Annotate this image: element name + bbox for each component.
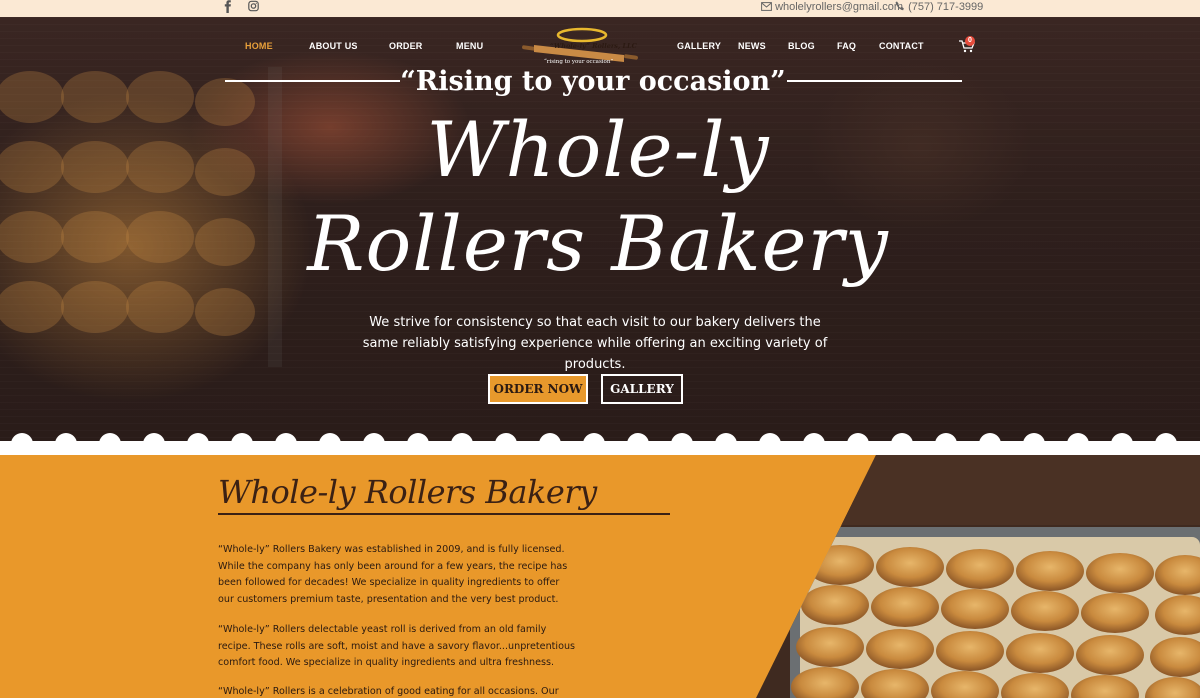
hero-section: HOME ABOUT US ORDER MENU GALLERY NEWS BL… xyxy=(0,17,1200,445)
rolls-tray-photo xyxy=(756,455,1200,698)
nav-news[interactable]: NEWS xyxy=(738,41,766,51)
hero-tagline: “Rising to your occasion” xyxy=(400,66,786,97)
hero-title-line2: Rollers Bakery xyxy=(307,199,889,288)
facebook-icon[interactable] xyxy=(223,0,233,17)
envelope-icon xyxy=(761,2,772,11)
phone-icon xyxy=(895,1,904,11)
nav-gallery[interactable]: GALLERY xyxy=(677,41,721,51)
phone-contact[interactable]: (757) 717-3999 xyxy=(895,0,983,17)
nav-menu[interactable]: MENU xyxy=(456,41,483,51)
instagram-icon[interactable] xyxy=(248,0,259,17)
hero-lead-text: We strive for consistency so that each v… xyxy=(362,315,828,372)
order-now-button[interactable]: ORDER NOW xyxy=(488,374,588,404)
logo-name: “Whole-ly” Rollers, LLC xyxy=(550,42,637,50)
about-section: Whole-ly Rollers Bakery “Whole-ly” Rolle… xyxy=(0,455,1200,698)
phone-text: (757) 717-3999 xyxy=(908,1,984,13)
about-title: Whole-ly Rollers Bakery xyxy=(218,473,597,511)
top-bar: wholelyrollers@gmail.com (757) 717-3999 xyxy=(0,0,1200,17)
cart-count-badge: 0 xyxy=(965,36,975,46)
nav-contact[interactable]: CONTACT xyxy=(879,41,924,51)
site-logo[interactable]: “Whole-ly” Rollers, LLC “rising to your … xyxy=(520,25,640,69)
scallop-dots xyxy=(11,433,1177,444)
gallery-button[interactable]: GALLERY xyxy=(601,374,683,404)
about-title-underline xyxy=(218,513,670,515)
nav-blog[interactable]: BLOG xyxy=(788,41,815,51)
about-paragraph-2: “Whole-ly” Rollers delectable yeast roll… xyxy=(218,624,576,668)
nav-faq[interactable]: FAQ xyxy=(837,41,856,51)
about-paragraph-3: “Whole-ly” Rollers is a celebration of g… xyxy=(218,686,559,697)
email-text: wholelyrollers@gmail.com xyxy=(775,1,903,13)
email-contact[interactable]: wholelyrollers@gmail.com xyxy=(761,0,903,17)
about-paragraph-1: “Whole-ly” Rollers Bakery was establishe… xyxy=(218,544,568,605)
nav-about-us[interactable]: ABOUT US xyxy=(309,41,358,51)
hero-title-line1: Whole-ly xyxy=(426,105,770,194)
nav-order[interactable]: ORDER xyxy=(389,41,423,51)
nav-home[interactable]: HOME xyxy=(245,41,273,51)
logo-slogan: “rising to your occasion” xyxy=(544,59,614,65)
